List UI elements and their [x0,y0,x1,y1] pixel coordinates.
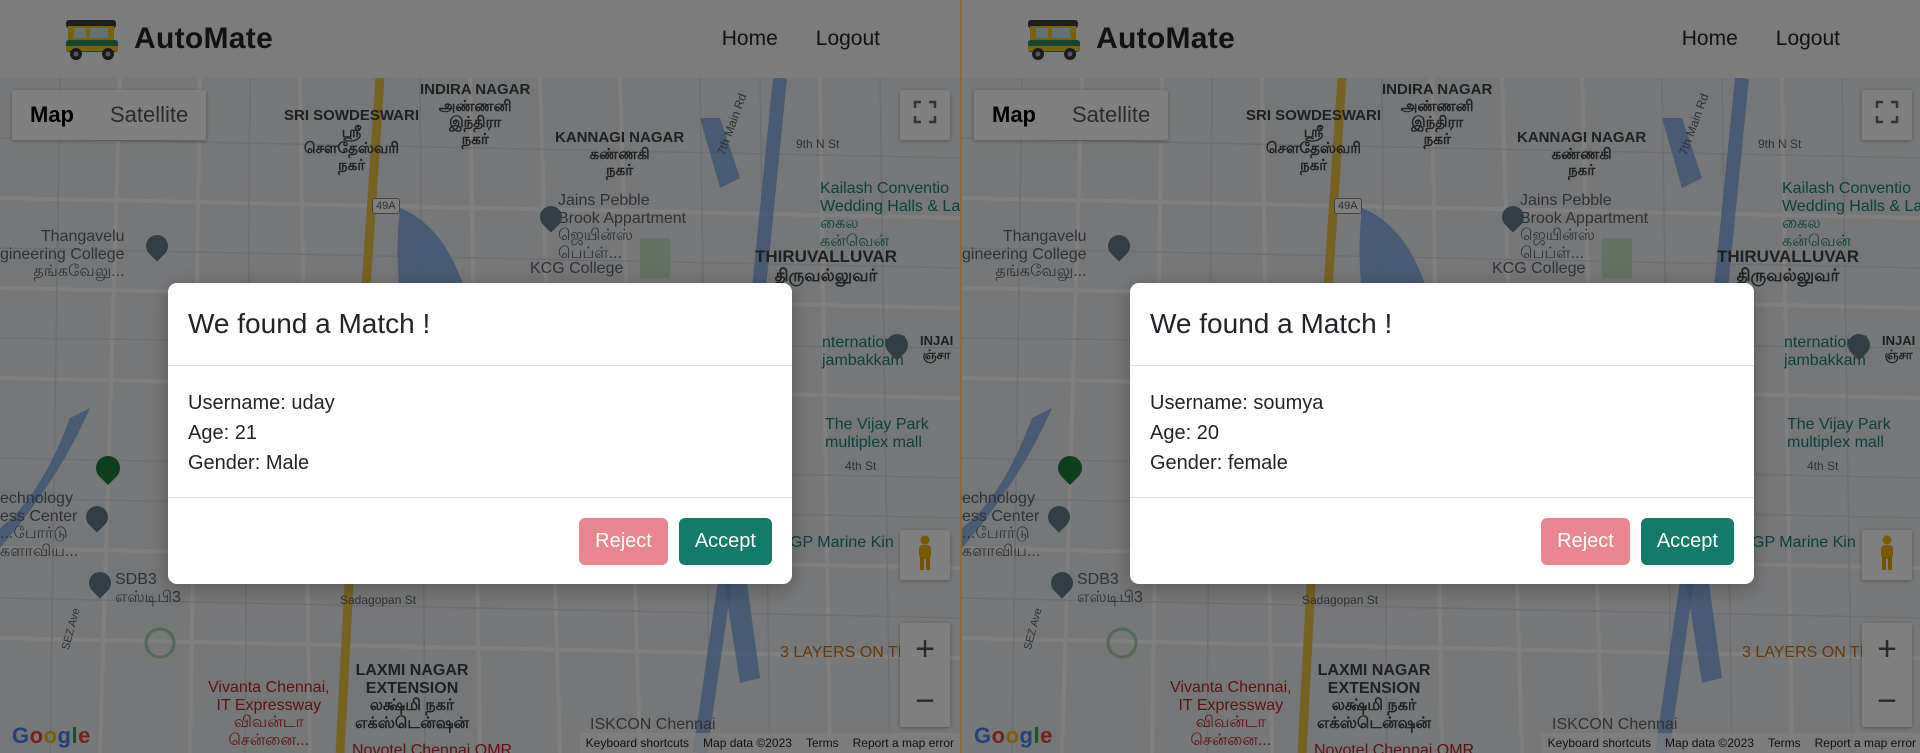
match-username: Username: uday [188,392,335,414]
modal-body: Username: soumya Age: 20 Gender: female [1130,366,1754,498]
modal-footer: Reject Accept [168,498,792,584]
match-modal: We found a Match ! Username: soumya Age:… [1130,283,1754,584]
match-age: Age: 21 [188,422,257,444]
modal-title: We found a Match ! [188,308,431,339]
match-gender: Gender: Male [188,452,310,474]
modal-footer: Reject Accept [1130,498,1754,584]
match-username: Username: soumya [1150,392,1324,414]
browser-pane-left: AutoMate Home Logout [0,0,960,753]
accept-button[interactable]: Accept [678,517,772,565]
match-modal: We found a Match ! Username: uday Age: 2… [168,283,792,584]
match-age: Age: 20 [1150,422,1219,444]
modal-title: We found a Match ! [1150,308,1393,339]
browser-pane-right: AutoMate Home Logout [960,0,1920,753]
match-gender: Gender: female [1150,452,1288,474]
modal-header: We found a Match ! [1130,283,1754,366]
reject-button[interactable]: Reject [579,517,668,565]
accept-button[interactable]: Accept [1640,517,1734,565]
modal-header: We found a Match ! [168,283,792,366]
reject-button[interactable]: Reject [1541,517,1630,565]
split-screen: AutoMate Home Logout [0,0,1920,753]
modal-body: Username: uday Age: 21 Gender: Male [168,366,792,498]
